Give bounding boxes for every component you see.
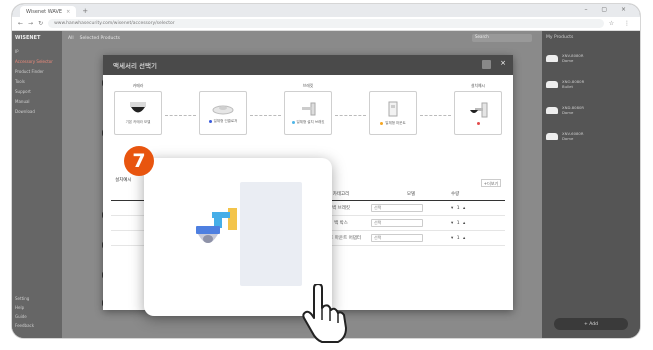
model-select[interactable]: 선택 — [371, 234, 423, 242]
orange-dot-icon — [380, 121, 384, 125]
step-caption: 일체형 설치 브래킷 — [296, 119, 325, 124]
step-card[interactable]: 기본 카메라 모델 — [114, 91, 162, 135]
nav-bottom-item[interactable]: Feedback — [15, 321, 34, 330]
col-header: 모델 — [406, 191, 416, 197]
dialog-header: 액세서리 선택기 × — [103, 55, 513, 75]
nav-item[interactable]: Support — [15, 89, 59, 94]
dialog-title: 액세서리 선택기 — [113, 62, 157, 70]
step-label: 브래킷 — [302, 83, 314, 88]
step-card[interactable]: 일체형 설치 브래킷 — [284, 91, 332, 135]
nav-item[interactable]: Manual — [15, 99, 59, 104]
forward-icon[interactable]: → — [28, 20, 33, 27]
step-card[interactable]: 일체형 인클로저 — [199, 91, 247, 135]
url-field[interactable]: www.hanwhasecurity.com/wisenet/accessory… — [48, 19, 604, 28]
model-select[interactable]: 선택 — [371, 219, 423, 227]
product-item[interactable]: XNO-8080R Bullet — [546, 72, 636, 96]
search-input[interactable]: Search — [472, 34, 532, 42]
step-label: 카메라 — [132, 83, 144, 88]
new-tab-icon[interactable]: + — [82, 7, 88, 15]
nav-bottom-item[interactable]: Setting — [15, 294, 34, 303]
right-panel-title: My Products — [546, 35, 574, 40]
step-card[interactable]: 일체형 마운트 — [369, 91, 417, 135]
mount-icon — [388, 101, 398, 116]
reload-icon[interactable]: ↻ — [38, 20, 43, 27]
product-desc: Dome — [562, 110, 574, 115]
installed-camera-icon — [470, 102, 488, 117]
col-header: 수량 — [451, 191, 460, 197]
tab-title: Wisenet WAVE — [26, 8, 63, 15]
left-nav: WISENET IP Accessory Selector Product Fi… — [12, 31, 62, 338]
nav-item[interactable]: IP — [15, 49, 59, 54]
toolbar-item[interactable]: Selected Products — [80, 36, 120, 41]
product-item[interactable]: XNV-6080R Dome — [546, 124, 636, 148]
browser-tab[interactable]: Wisenet WAVE × — [20, 6, 77, 17]
product-desc: Dome — [562, 136, 574, 141]
step-card[interactable] — [454, 91, 502, 135]
brand-logo: WISENET — [15, 35, 41, 41]
blue-dot-icon — [208, 119, 212, 123]
step-camera[interactable]: 카메라 기본 카메라 모델 — [111, 83, 165, 139]
camera-icon — [546, 106, 558, 114]
step-caption: 일체형 인클로저 — [213, 118, 238, 123]
address-bar-row: ← → ↻ www.hanwhasecurity.com/wisenet/acc… — [12, 17, 640, 31]
step-connector — [420, 114, 451, 116]
enclosure-icon — [212, 105, 234, 114]
product-item[interactable]: XND-8080R Dome — [546, 98, 636, 122]
red-dot-icon — [476, 121, 480, 125]
nav-item[interactable]: Product Finder — [15, 69, 59, 74]
tab-bar: Wisenet WAVE × + – ▢ × — [12, 4, 640, 17]
fullscreen-icon[interactable] — [482, 60, 491, 69]
camera-icon — [546, 80, 558, 88]
right-panel: My Products XNV-8080R Dome XNO-8080R Bulle… — [542, 31, 640, 338]
window-controls[interactable]: – ▢ × — [584, 6, 632, 13]
step-caption: 일체형 마운트 — [385, 120, 406, 125]
toolbar-item[interactable]: All — [68, 36, 74, 41]
step-example[interactable]: 설치예시 — [451, 83, 505, 139]
product-desc: Dome — [562, 58, 574, 63]
camera-icon — [546, 54, 558, 62]
selection-steps: 카메라 기본 카메라 모델 일체형 인클로저 브래킷 일체형 설치 브래킷 일체… — [111, 81, 505, 141]
step-mount[interactable]: 일체형 마운트 — [366, 83, 420, 139]
nav-bottom-item[interactable]: Help — [15, 303, 34, 312]
nav-bottom: Setting Help Guide Feedback — [15, 294, 34, 330]
browser-menu-icon[interactable]: ☆ ⋮ — [609, 20, 634, 27]
bracket-icon — [302, 102, 316, 115]
nav-bottom-item[interactable]: Guide — [15, 312, 34, 321]
step-bracket[interactable]: 브래킷 일체형 설치 브래킷 — [281, 83, 335, 139]
step-caption: 기본 카메라 모델 — [125, 119, 151, 124]
close-icon[interactable]: × — [500, 59, 506, 67]
quantity-stepper[interactable]: ▾ 1 ▴ — [451, 236, 505, 241]
camera-icon — [546, 132, 558, 140]
step-connector — [250, 114, 281, 116]
add-product-button[interactable]: + Add — [554, 318, 628, 330]
section-title: 설치예시 — [115, 178, 132, 183]
nav-item[interactable]: Tools — [15, 79, 59, 84]
product-item[interactable]: XNV-8080R Dome — [546, 46, 636, 70]
close-tab-icon[interactable]: × — [66, 9, 70, 15]
bracket-camera-icon — [196, 208, 237, 243]
more-button[interactable]: +더보기 — [481, 179, 501, 187]
cyan-dot-icon — [291, 120, 295, 124]
step-label: 설치예시 — [471, 83, 485, 88]
dome-camera-icon — [130, 101, 146, 112]
nav-item[interactable]: Download — [15, 109, 59, 114]
quantity-stepper[interactable]: ▾ 1 ▴ — [451, 206, 505, 211]
step-number-badge: 7 — [124, 146, 154, 176]
step-connector — [165, 114, 196, 116]
content-toolbar: All Selected Products — [62, 31, 542, 45]
model-select[interactable]: 선택 — [371, 204, 423, 212]
product-desc: Bullet — [562, 84, 573, 89]
hand-pointer-icon — [302, 284, 347, 343]
back-icon[interactable]: ← — [18, 20, 23, 27]
quantity-stepper[interactable]: ▾ 1 ▴ — [451, 221, 505, 226]
step-enclosure[interactable]: 일체형 인클로저 — [196, 83, 250, 139]
step-connector — [335, 114, 366, 116]
wall-panel — [240, 182, 302, 286]
nav-item-active[interactable]: Accessory Selector — [15, 59, 59, 64]
